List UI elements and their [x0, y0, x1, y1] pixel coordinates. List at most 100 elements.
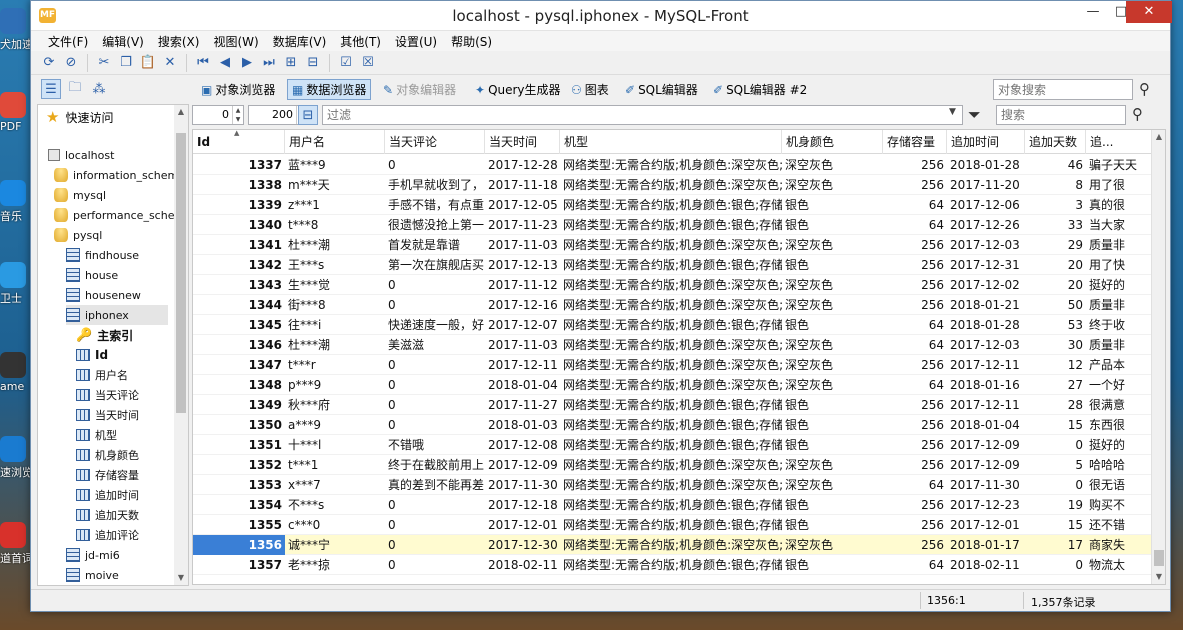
table-cell[interactable]: 还不错 [1086, 515, 1153, 535]
table-cell[interactable]: 1348 [193, 375, 285, 395]
table-row[interactable]: 1338 m***天 手机早就收到了， 2017-11-18 网络类型:无需合约版;机身… [193, 175, 1151, 195]
table-cell[interactable]: 挺好的 [1086, 435, 1153, 455]
menu-item[interactable]: 编辑(V) [95, 33, 151, 50]
tree-item[interactable]: iphonex [66, 305, 168, 325]
refresh-icon[interactable]: ⟳ [39, 53, 59, 73]
table-cell[interactable]: 256 [883, 435, 947, 455]
table-cell[interactable]: 2017-11-12 [485, 275, 560, 295]
desktop-icon[interactable]: 速浏览 [0, 436, 34, 480]
table-cell[interactable]: 深空灰色 [782, 275, 883, 295]
table-row[interactable]: 1340 t***8 很遗憾没抢上第一 2017-11-23 网络类型:无需合约版;机身… [193, 215, 1151, 235]
table-cell[interactable]: 网络类型:无需合约版;机身颜色:深空灰色; [560, 335, 782, 355]
menu-item[interactable]: 其他(T) [333, 33, 388, 50]
menu-item[interactable]: 文件(F) [41, 33, 95, 50]
table-cell[interactable]: 15 [1025, 515, 1086, 535]
table-cell[interactable]: 2018-02-11 [485, 555, 560, 575]
table-cell[interactable]: 街***8 [285, 295, 385, 315]
table-cell[interactable]: t***8 [285, 215, 385, 235]
table-cell[interactable]: 1343 [193, 275, 285, 295]
funnel-icon[interactable]: ⏷ [968, 105, 981, 125]
column-header[interactable]: 机身颜色 [782, 130, 883, 154]
menu-item[interactable]: 视图(W) [206, 33, 265, 50]
table-cell[interactable]: 15 [1025, 415, 1086, 435]
table-cell[interactable]: 用了快 [1086, 255, 1153, 275]
tab-view[interactable]: ✐ SQL编辑器 #2 [709, 79, 811, 100]
tree-item[interactable]: 当天评论 [76, 385, 139, 405]
table-cell[interactable]: 2017-12-03 [947, 335, 1025, 355]
table-cell[interactable]: 256 [883, 415, 947, 435]
menu-item[interactable]: 帮助(S) [444, 33, 499, 50]
table-cell[interactable]: 深空灰色 [782, 355, 883, 375]
table-cell[interactable]: 骗子天天 [1086, 155, 1153, 175]
tree-item[interactable]: jd-mi6 [66, 545, 120, 565]
table-cell[interactable]: 2017-12-09 [947, 455, 1025, 475]
table-cell[interactable]: 往***i [285, 315, 385, 335]
table-cell[interactable]: 5 [1025, 455, 1086, 475]
table-cell[interactable]: 银色 [782, 415, 883, 435]
table-cell[interactable]: 64 [883, 375, 947, 395]
table-cell[interactable]: 网络类型:无需合约版;机身颜色:银色;存储 [560, 515, 782, 535]
table-cell[interactable]: 2018-01-21 [947, 295, 1025, 315]
table-cell[interactable]: 杜***潮 [285, 235, 385, 255]
table-cell[interactable]: 1354 [193, 495, 285, 515]
table-cell[interactable]: 1339 [193, 195, 285, 215]
table-row[interactable]: 1353 x***7 真的差到不能再差 2017-11-30 网络类型:无需合约版;机身… [193, 475, 1151, 495]
table-cell[interactable]: 深空灰色 [782, 375, 883, 395]
tab-view[interactable]: ✦ Query生成器 [471, 79, 565, 100]
table-cell[interactable]: 第一次在旗舰店买 [385, 255, 485, 275]
scroll-thumb[interactable] [1154, 550, 1164, 566]
table-cell[interactable]: 网络类型:无需合约版;机身颜色:深空灰色; [560, 475, 782, 495]
tree-item[interactable]: 机身颜色 [76, 445, 139, 465]
table-cell[interactable]: 30 [1025, 335, 1086, 355]
table-cell[interactable]: 2017-11-27 [485, 395, 560, 415]
table-cell[interactable]: 网络类型:无需合约版;机身颜色:深空灰色; [560, 535, 782, 555]
table-cell[interactable]: 不***s [285, 495, 385, 515]
search-icon[interactable]: ⚲ [1132, 105, 1143, 123]
tree-item[interactable]: performance_schema [54, 205, 188, 225]
table-cell[interactable]: 银色 [782, 315, 883, 335]
insert-record-icon[interactable]: ⊞ [281, 53, 301, 73]
table-cell[interactable]: 2017-12-23 [947, 495, 1025, 515]
table-cell[interactable]: 深空灰色 [782, 155, 883, 175]
first-record-icon[interactable]: ⏮ [193, 53, 213, 73]
tree-item[interactable]: 追加评论 [76, 525, 139, 545]
table-cell[interactable]: 网络类型:无需合约版;机身颜色:银色;存储 [560, 495, 782, 515]
table-cell[interactable]: 2018-02-11 [947, 555, 1025, 575]
table-cell[interactable]: 256 [883, 295, 947, 315]
table-cell[interactable]: 2017-12-16 [485, 295, 560, 315]
table-cell[interactable]: 2017-12-05 [485, 195, 560, 215]
cut-icon[interactable]: ✂ [94, 53, 114, 73]
table-cell[interactable]: 银色 [782, 555, 883, 575]
table-cell[interactable]: 1352 [193, 455, 285, 475]
tree-item[interactable]: 存储容量 [76, 465, 139, 485]
table-cell[interactable]: 深空灰色 [782, 535, 883, 555]
table-cell[interactable]: 0 [1025, 555, 1086, 575]
tree-item[interactable]: 机型 [76, 425, 117, 445]
table-cell[interactable]: 2017-12-11 [947, 395, 1025, 415]
scroll-down-icon[interactable]: ▼ [1152, 570, 1165, 584]
table-cell[interactable]: 网络类型:无需合约版;机身颜色:银色;存储 [560, 255, 782, 275]
table-cell[interactable]: a***9 [285, 415, 385, 435]
table-cell[interactable]: 终于在截胶前用上 [385, 455, 485, 475]
table-cell[interactable]: 银色 [782, 495, 883, 515]
table-cell[interactable]: 256 [883, 395, 947, 415]
table-cell[interactable]: 不错哦 [385, 435, 485, 455]
column-header[interactable]: 追加时间 [947, 130, 1025, 154]
table-cell[interactable]: 快递速度一般，好 [385, 315, 485, 335]
cancel-record-icon[interactable]: ☒ [358, 53, 378, 73]
scroll-up-icon[interactable]: ▲ [1152, 130, 1165, 144]
copy-icon[interactable]: ❐ [116, 53, 136, 73]
filter-input[interactable] [322, 105, 963, 125]
table-cell[interactable]: 0 [385, 555, 485, 575]
column-header[interactable]: 机型 [560, 130, 782, 154]
table-cell[interactable]: 2017-12-28 [485, 155, 560, 175]
table-row[interactable]: 1354 不***s 0 2017-12-18 网络类型:无需合约版;机身颜色:银色;存… [193, 495, 1151, 515]
table-cell[interactable]: 2017-12-07 [485, 315, 560, 335]
table-cell[interactable]: 2017-12-03 [947, 235, 1025, 255]
table-cell[interactable]: 物流太 [1086, 555, 1153, 575]
table-cell[interactable]: 网络类型:无需合约版;机身颜色:深空灰色; [560, 355, 782, 375]
last-record-icon[interactable]: ⏭ [259, 53, 279, 73]
grid-scrollbar[interactable]: ▲ ▼ [1151, 130, 1165, 584]
table-cell[interactable]: 用了很 [1086, 175, 1153, 195]
table-cell[interactable]: t***r [285, 355, 385, 375]
